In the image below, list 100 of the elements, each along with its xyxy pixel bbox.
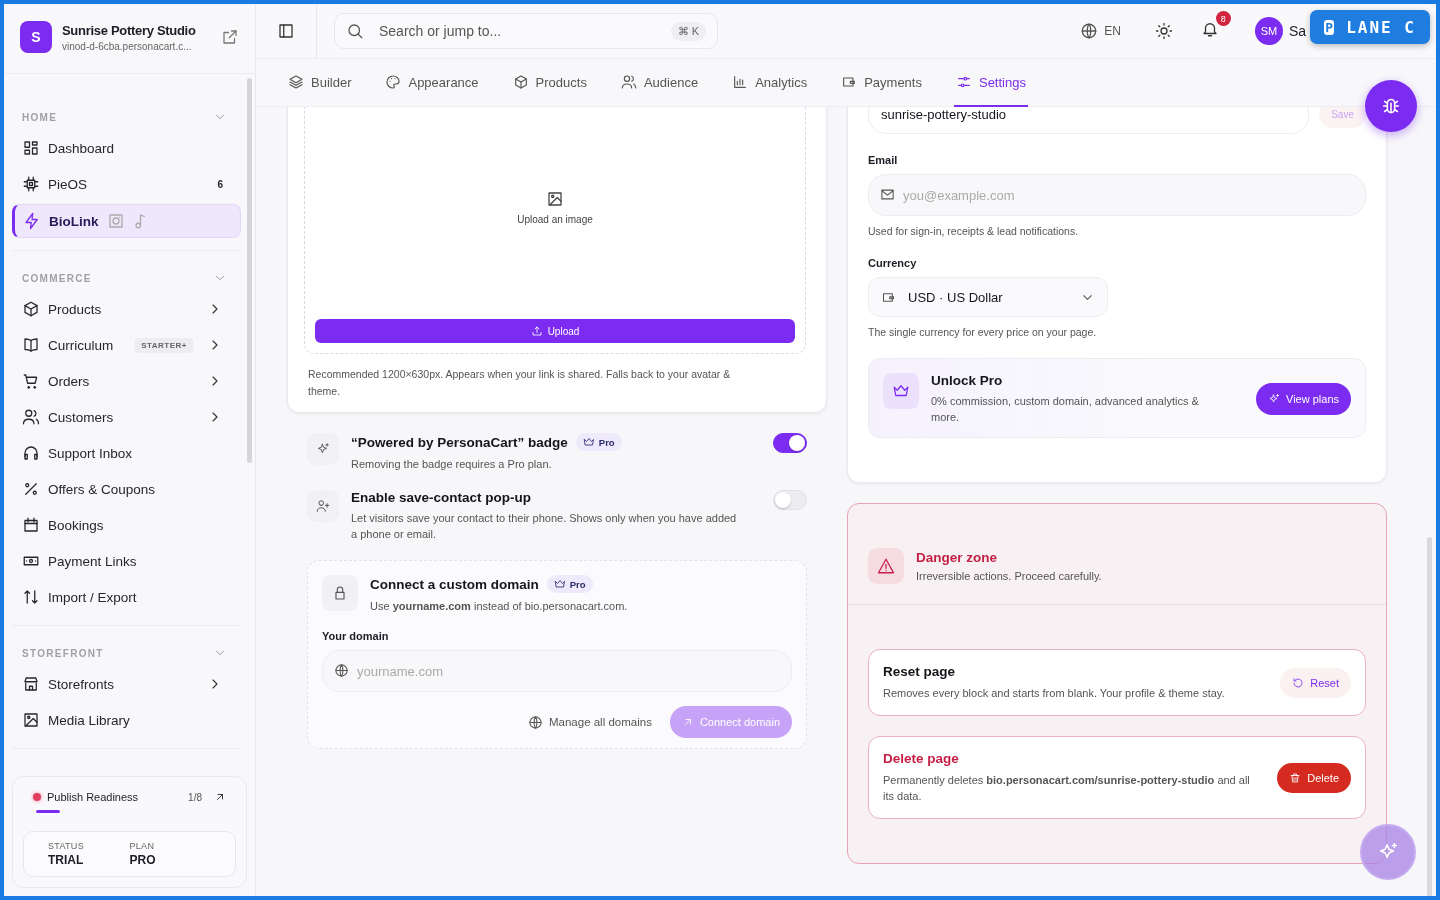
action-title: Reset page (883, 664, 957, 679)
sidebar-item[interactable]: Media Library (12, 704, 241, 736)
image-dropzone[interactable]: Upload an image Upload (304, 107, 806, 354)
sidebar-item[interactable]: Storefronts (12, 668, 241, 700)
nav-label: Media Library (48, 712, 130, 728)
currency-select[interactable]: USD · US Dollar (868, 277, 1108, 317)
nav-label: Payment Links (48, 553, 137, 569)
lock-icon (332, 585, 348, 601)
field-help: The single currency for every price on your page. (868, 326, 1098, 338)
image-icon (546, 189, 564, 208)
nav-label: BioLink (49, 213, 99, 229)
tab-label: Analytics (755, 74, 808, 90)
sidebar-item[interactable]: Payment Links (12, 545, 241, 577)
sidebar-item[interactable]: Offers & Coupons (12, 473, 241, 505)
scrollbar[interactable] (1427, 537, 1432, 896)
percent-icon (22, 480, 40, 498)
tab[interactable]: Products (510, 59, 589, 107)
reset-button[interactable]: Reset (1280, 667, 1351, 698)
reset-icon (1292, 676, 1305, 689)
tab[interactable]: Audience (618, 59, 701, 107)
crown-icon (582, 436, 595, 448)
plan-badge: STARTER+ (135, 337, 193, 353)
setting-title: “Powered by PersonaCart” badge (351, 434, 568, 450)
field-help: Used for sign-in, receipts & lead notifications. (868, 225, 1080, 237)
setting-description: Let visitors save your contact to their phone. Shows only when you have added a phone or email. (351, 511, 738, 542)
sparkle-icon (316, 442, 330, 456)
nav-label: Import / Export (48, 589, 137, 605)
setting-title: Enable save-contact pop-up (351, 490, 532, 505)
section-heading: STOREFRONT (22, 647, 104, 659)
cart-icon (22, 372, 40, 390)
sidebar-item[interactable]: PieOS 6 (12, 168, 241, 200)
users-icon (22, 408, 40, 426)
pro-badge: Pro (575, 433, 622, 451)
section-heading: HOME (22, 111, 58, 123)
sidebar-item[interactable]: Curriculum STARTER+ (12, 329, 241, 361)
email-input[interactable]: you@example.com (868, 174, 1366, 216)
arrow-up-right-icon (214, 791, 226, 803)
notification-icon[interactable] (1200, 20, 1219, 38)
delete-button[interactable]: Delete (1277, 762, 1351, 793)
field-label: Email (868, 154, 899, 166)
status-dot (33, 793, 41, 801)
package-icon (512, 74, 529, 90)
sidebar-toggle-icon[interactable] (277, 22, 295, 40)
plan-label: PLAN (129, 841, 156, 851)
field-label: Currency (868, 257, 918, 269)
crown-icon (553, 578, 566, 590)
assistant-button[interactable] (1360, 824, 1416, 880)
headphones-icon (22, 444, 40, 462)
arrows-icon (22, 588, 40, 606)
tab[interactable]: Payments (839, 59, 924, 107)
user-name[interactable]: Sa (1288, 23, 1306, 39)
lane-label: LANE C (1346, 17, 1416, 37)
tab-label: Settings (978, 74, 1026, 90)
language-button[interactable]: EN (1074, 21, 1127, 41)
trash-icon (1289, 771, 1302, 784)
layers-icon (288, 74, 304, 90)
user-plus-icon (316, 499, 330, 513)
upload-button[interactable]: Upload (315, 319, 795, 343)
dropzone-label: Upload an image (517, 213, 593, 225)
nav-label: Customers (48, 409, 114, 425)
theme-toggle-icon[interactable] (1154, 22, 1173, 40)
sidebar-item[interactable]: Support Inbox (12, 437, 241, 469)
scrollbar[interactable] (247, 78, 252, 463)
sidebar-item[interactable]: Customers (12, 401, 241, 433)
warning-icon (877, 557, 895, 575)
sidebar-item[interactable]: Orders (12, 365, 241, 397)
tab[interactable]: Analytics (730, 59, 810, 107)
avatar[interactable]: SM (1254, 17, 1283, 45)
nav-label: Orders (48, 373, 90, 389)
domain-title: Connect a custom domain (370, 576, 539, 592)
tab[interactable]: Appearance (383, 59, 481, 107)
tab-label: Builder (311, 74, 352, 90)
tab[interactable]: Builder (286, 59, 354, 107)
nav-label: Offers & Coupons (48, 481, 156, 497)
field-label: Your domain (322, 630, 390, 642)
tab-label: Audience (643, 74, 699, 90)
external-link-icon[interactable] (221, 28, 239, 46)
danger-zone-subtitle: Irreversible actions. Proceed carefully. (916, 570, 1102, 582)
readiness-card[interactable]: Publish Readiness 1/8 STATUS TRIAL PLAN PRO (12, 776, 247, 888)
slug-input[interactable]: sunrise-pottery-studio (868, 107, 1310, 134)
globe-icon (1080, 22, 1099, 40)
upgrade-title: Unlock Pro (931, 373, 1004, 388)
domain-input[interactable]: yourname.com (322, 650, 792, 692)
sidebar-item[interactable]: BioLink (12, 204, 241, 238)
toggle-switch[interactable] (773, 433, 807, 453)
tab-label: Products (535, 74, 587, 90)
sidebar-item[interactable]: Dashboard (12, 132, 241, 164)
sidebar-item[interactable]: Import / Export (12, 581, 241, 613)
view-plans-button[interactable]: View plans (1256, 383, 1351, 415)
sparkle-icon (1268, 393, 1280, 405)
sidebar-item[interactable]: Bookings (12, 509, 241, 541)
nav-label: Curriculum (48, 337, 114, 353)
dashboard-icon (22, 139, 40, 157)
nav-label: Support Inbox (48, 445, 133, 461)
manage-domains-link[interactable]: Manage all domains (527, 714, 652, 730)
workspace-logo[interactable]: S (20, 21, 52, 53)
store-icon (22, 675, 40, 693)
globe-icon (527, 714, 543, 730)
action-title: Delete page (883, 751, 960, 766)
sidebar-item[interactable]: Products (12, 293, 241, 325)
